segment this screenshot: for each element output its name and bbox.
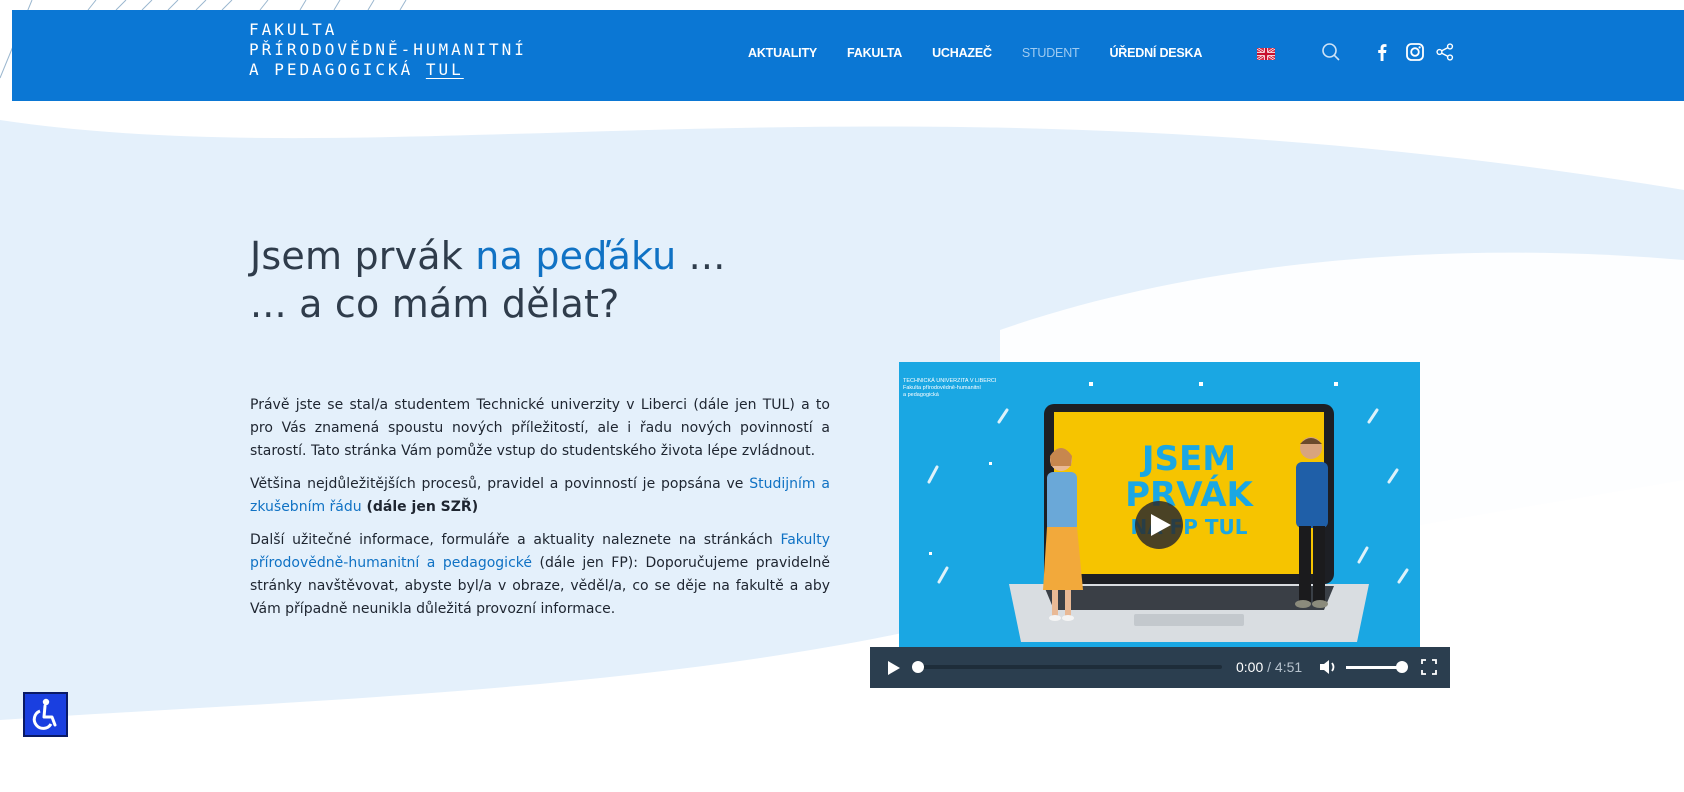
play-icon[interactable]: [886, 659, 902, 677]
video-controls: 0:00 / 4:51: [870, 647, 1450, 688]
video-time-separator: /: [1263, 659, 1275, 675]
p3-text-before: Další užitečné informace, formuláře a ak…: [250, 532, 781, 548]
intro-paragraph-1: Právě jste se stal/a studentem Technické…: [250, 397, 830, 459]
volume-knob[interactable]: [1396, 661, 1408, 673]
instagram-icon[interactable]: [1403, 40, 1427, 64]
video-corner-text-2: Fakulta přírodovědně-humanitní: [903, 385, 981, 391]
facebook-icon[interactable]: [1370, 40, 1394, 64]
intro-paragraph-3: Další užitečné informace, formuláře a ak…: [250, 529, 830, 621]
volume-icon[interactable]: [1318, 657, 1338, 677]
video-current-time: 0:00: [1236, 659, 1264, 675]
main-content: Jsem prvák na peďáku ... ... a co mám dě…: [0, 101, 1684, 792]
video-corner-text-1: TECHNICKÁ UNIVERZITA V LIBERCI: [903, 377, 997, 384]
nav-uchazec[interactable]: UCHAZEČ: [932, 46, 992, 60]
volume-slider[interactable]: [1346, 661, 1408, 673]
intro-paragraph-2: Většina nejdůležitějších procesů, pravid…: [250, 473, 830, 519]
video-progress-bar[interactable]: [912, 661, 1222, 673]
video-thumbnail: JSEM PRVÁK NA FP TUL TECHNICKÁ UNIVERZIT…: [899, 362, 1420, 651]
top-navbar: FAKULTA PŘÍRODOVĚDNĚ-HUMANITNÍ A PEDAGOG…: [12, 10, 1684, 101]
nav-fakulta[interactable]: FAKULTA: [847, 46, 902, 60]
p2-text: Většina nejdůležitějších procesů, pravid…: [250, 476, 750, 492]
faculty-logo[interactable]: FAKULTA PŘÍRODOVĚDNĚ-HUMANITNÍ A PEDAGOG…: [249, 20, 527, 80]
intro-text: Právě jste se stal/a studentem Technické…: [250, 394, 830, 631]
fullscreen-icon[interactable]: [1420, 658, 1438, 676]
video-time: 0:00 / 4:51: [1236, 659, 1302, 675]
wheelchair-icon: [32, 698, 57, 730]
share-icon[interactable]: [1433, 40, 1457, 64]
search-icon[interactable]: [1319, 40, 1343, 64]
video-duration: 4:51: [1274, 659, 1303, 675]
nav-student[interactable]: STUDENT: [1022, 46, 1080, 60]
nav-uredni-deska[interactable]: ÚŘEDNÍ DESKA: [1109, 46, 1202, 60]
logo-line-3: A PEDAGOGICKÁ TUL: [249, 60, 527, 80]
logo-line-2: PŘÍRODOVĚDNĚ-HUMANITNÍ: [249, 40, 527, 59]
title-accent: na peďáku: [475, 234, 677, 278]
uk-flag-icon[interactable]: [1257, 48, 1275, 60]
logo-tul: TUL: [425, 60, 464, 79]
title-part-1: Jsem prvák: [250, 234, 476, 278]
logo-line-1: FAKULTA: [249, 20, 338, 39]
video-play-overlay-icon[interactable]: [1135, 501, 1183, 549]
logo-line-3-text: A PEDAGOGICKÁ: [249, 60, 426, 79]
video-corner-text-3: a pedagogická: [903, 392, 940, 398]
p2-bold: (dále jen SZŘ): [361, 499, 479, 515]
video-progress-knob[interactable]: [912, 661, 924, 673]
video-player[interactable]: JSEM PRVÁK NA FP TUL TECHNICKÁ UNIVERZIT…: [899, 362, 1420, 651]
accessibility-button[interactable]: [23, 692, 68, 737]
title-part-2: ...: [676, 234, 726, 278]
main-navigation: AKTUALITY FAKULTA UCHAZEČ STUDENT ÚŘEDNÍ…: [748, 46, 1232, 60]
title-line-2: ... a co mám dělat?: [250, 282, 620, 326]
page-title: Jsem prvák na peďáku ... ... a co mám dě…: [250, 232, 726, 328]
video-title-line-1: JSEM: [1140, 439, 1236, 479]
nav-aktuality[interactable]: AKTUALITY: [748, 46, 817, 60]
